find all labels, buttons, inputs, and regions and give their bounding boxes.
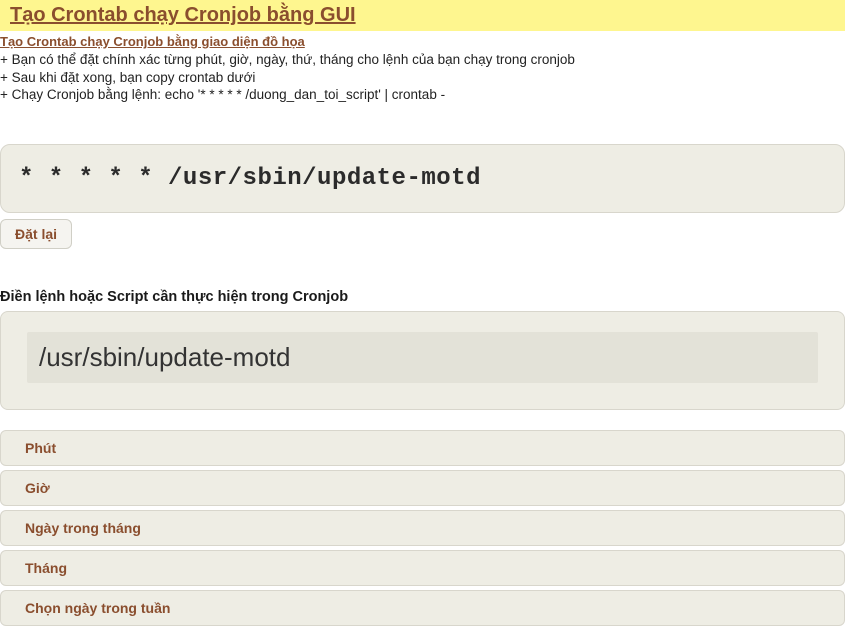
subheader-link[interactable]: Tạo Crontab chạy Cronjob bằng giao diện … [0,34,305,49]
accordion-item-day-of-week[interactable]: Chọn ngày trong tuần [0,590,845,626]
crontab-expression: * * * * * /usr/sbin/update-motd [19,165,826,192]
subheader: Tạo Crontab chạy Cronjob bằng giao diện … [0,31,845,49]
script-panel [0,311,845,410]
accordion: Phút Giờ Ngày trong tháng Tháng Chọn ngà… [0,430,845,626]
accordion-label: Tháng [25,560,67,576]
accordion-label: Chọn ngày trong tuần [25,600,170,616]
script-section-label: Điền lệnh hoặc Script cần thực hiện tron… [0,289,845,311]
page-header: Tạo Crontab chạy Cronjob bằng GUI [0,0,845,31]
accordion-item-hour[interactable]: Giờ [0,470,845,506]
info-block: + Bạn có thể đặt chính xác từng phút, gi… [0,49,845,114]
accordion-item-day-of-month[interactable]: Ngày trong tháng [0,510,845,546]
accordion-label: Phút [25,440,56,456]
info-line-1: + Bạn có thể đặt chính xác từng phút, gi… [0,51,845,69]
accordion-item-month[interactable]: Tháng [0,550,845,586]
accordion-label: Giờ [25,480,50,496]
info-line-2: + Sau khi đặt xong, bạn copy crontab dướ… [0,69,845,87]
script-input[interactable] [27,332,818,383]
accordion-item-minute[interactable]: Phút [0,430,845,466]
info-line-3: + Chạy Cronjob bằng lệnh: echo '* * * * … [0,86,845,104]
crontab-display-panel: * * * * * /usr/sbin/update-motd [0,144,845,213]
header-title-link[interactable]: Tạo Crontab chạy Cronjob bằng GUI [10,4,356,26]
reset-button[interactable]: Đặt lại [0,219,72,249]
accordion-label: Ngày trong tháng [25,520,141,536]
